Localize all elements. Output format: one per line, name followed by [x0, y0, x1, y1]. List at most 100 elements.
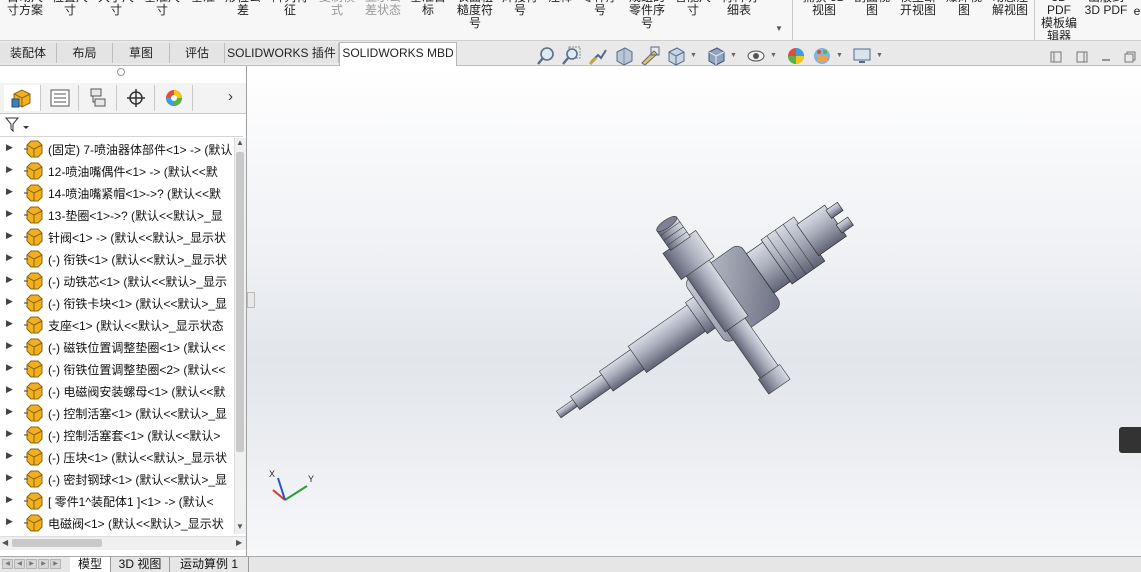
apply-scene-icon[interactable] [812, 46, 832, 66]
ribbon-btn-pattern-feature[interactable]: 阵列特 征 [271, 0, 309, 17]
expand-arrow-icon[interactable]: ▶ [6, 318, 13, 329]
view-settings-dropdown-icon[interactable]: ▼ [876, 52, 883, 59]
previous-view-icon[interactable] [588, 46, 608, 66]
hide-show-dropdown-icon[interactable]: ▼ [770, 52, 777, 59]
next-tab-icon[interactable]: ▶ [38, 559, 49, 569]
scroll-right-icon[interactable]: ▶ [236, 538, 242, 547]
expand-arrow-icon[interactable]: ▶ [6, 472, 13, 483]
tree-item[interactable]: ▶ 12-喷油嘴偶件<1> -> (默认<<默 [0, 160, 233, 182]
tree-item[interactable]: ▶ 针阀<1> -> (默认<<默认>_显示状 [0, 226, 233, 248]
previous-tab-icon[interactable]: ◀ [14, 559, 25, 569]
ribbon-btn-show-tolerance-status[interactable]: 显示公 差状态 [362, 0, 404, 17]
expand-arrow-icon[interactable]: ▶ [6, 362, 13, 373]
minimize-icon[interactable] [1100, 51, 1112, 63]
tree-item[interactable]: ▶ 电磁阀<1> (默认<<默认>_显示状 [0, 512, 233, 534]
tree-item[interactable]: ▶ (-) 动铁芯<1> (默认<<默认>_显示 [0, 270, 233, 292]
propertymanager-tab[interactable] [42, 85, 79, 111]
zoom-to-fit-icon[interactable] [536, 46, 556, 66]
ribbon-btn-note[interactable]: 注释 [545, 0, 575, 4]
task-pane-tab[interactable] [1119, 427, 1141, 453]
tree-item[interactable]: ▶ (固定) 7-喷油器体部件<1> -> (默认 [0, 138, 233, 160]
tab-solidworks-addins[interactable]: SOLIDWORKS 插件 [225, 43, 339, 63]
configurationmanager-tab[interactable] [80, 85, 117, 111]
display-style-icon[interactable] [706, 46, 726, 66]
expand-arrow-icon[interactable]: ▶ [6, 208, 13, 219]
view-orientation-icon[interactable] [666, 46, 686, 66]
tile-horizontal-icon[interactable] [1050, 51, 1062, 63]
tree-item[interactable]: ▶ 14-喷油嘴紧帽<1>->? (默认<<默 [0, 182, 233, 204]
section-view-icon[interactable] [614, 46, 634, 66]
ribbon-btn-datum[interactable]: 基准 [188, 0, 218, 4]
ribbon-btn-model-break-view[interactable]: 模型断 开视图 [896, 0, 940, 17]
tree-item[interactable]: ▶ (-) 压块<1> (默认<<默认>_显示状 [0, 446, 233, 468]
ribbon-btn-geometric-tolerance[interactable]: 形位公 差 [224, 0, 262, 17]
expand-arrow-icon[interactable]: ▶ [6, 142, 13, 153]
tree-item[interactable]: ▶ (-) 衔铁<1> (默认<<默认>_显示状 [0, 248, 233, 270]
displaymanager-tab[interactable] [156, 85, 193, 111]
tree-item[interactable]: ▶ (-) 控制活塞<1> (默认<<默认>_显 [0, 402, 233, 424]
expand-arrow-icon[interactable]: ▶ [6, 296, 13, 307]
dynamic-annotation-icon[interactable] [640, 46, 660, 66]
ribbon-btn-dynamic-annotation-view[interactable]: 动态注 解视图 [988, 0, 1032, 17]
tab-evaluate[interactable]: 评估 [170, 43, 225, 63]
tab-model[interactable]: 模型 [70, 557, 111, 572]
expand-arrow-icon[interactable]: ▶ [6, 384, 13, 395]
panel-resize-grip[interactable] [117, 68, 125, 76]
expand-arrow-icon[interactable]: ▶ [6, 406, 13, 417]
ribbon-btn-bom[interactable]: 材料明 细表 [718, 0, 760, 17]
tree-item[interactable]: ▶ (-) 密封钢球<1> (默认<<默认>_显 [0, 468, 233, 490]
tile-vertical-icon[interactable] [1076, 51, 1088, 63]
next-tab-icon[interactable]: ▶ [26, 559, 37, 569]
scroll-left-icon[interactable]: ◀ [2, 538, 8, 547]
tab-3d-views[interactable]: 3D 视图 [111, 557, 170, 572]
expand-arrow-icon[interactable]: ▶ [6, 428, 13, 439]
ribbon-btn-auto-dim-scheme[interactable]: 目动尺 寸方案 [4, 0, 46, 17]
scroll-down-icon[interactable]: ▼ [236, 522, 244, 531]
ribbon-btn-smart-dimension[interactable]: 智能尺 寸 [672, 0, 714, 17]
ribbon-btn-3d-pdf-template-editor[interactable]: 3D PDF 模板编 辑器 [1038, 0, 1080, 40]
scroll-thumb[interactable] [12, 539, 102, 547]
tree-item[interactable]: ▶ (-) 衔铁位置调整垫圈<2> (默认<< [0, 358, 233, 380]
ribbon-btn-size-dim[interactable]: 大小尺 寸 [98, 0, 134, 17]
scroll-up-icon[interactable]: ▲ [236, 138, 244, 147]
chevron-right-icon[interactable]: › [228, 88, 233, 105]
tree-item[interactable]: ▶ 支座<1> (默认<<默认>_显示状态 [0, 314, 233, 336]
featuremanager-tab[interactable] [4, 85, 41, 111]
tree-vertical-scrollbar[interactable]: ▲ ▼ [234, 138, 246, 534]
tab-sketch[interactable]: 草图 [113, 43, 170, 63]
ribbon-btn-stacked-balloon[interactable]: 成组的 零件序 号 [627, 0, 667, 30]
restore-icon[interactable] [1124, 51, 1136, 63]
graphics-area[interactable]: X Y [247, 66, 1141, 556]
tree-item[interactable]: ▶ [ 零件1^装配体1 ]<1> -> (默认< [0, 490, 233, 512]
expand-arrow-icon[interactable]: ▶ [6, 340, 13, 351]
tab-assembly[interactable]: 装配体 [0, 43, 57, 63]
expand-arrow-icon[interactable]: ▶ [6, 252, 13, 263]
ribbon-btn-capture-3d-view[interactable]: 捕获 3D 视图 [800, 0, 848, 17]
ribbon-btn-section-view[interactable]: 剖面视 图 [852, 0, 892, 17]
expand-arrow-icon[interactable]: ▶ [6, 274, 13, 285]
ribbon-btn-balloon[interactable]: 零件序 号 [580, 0, 620, 17]
view-orientation-dropdown-icon[interactable]: ▼ [690, 52, 697, 59]
tab-layout[interactable]: 布局 [57, 43, 113, 63]
ribbon-btn-surface-finish[interactable]: 表面粗 糙度符 号 [455, 0, 495, 30]
apply-scene-dropdown-icon[interactable]: ▼ [836, 52, 843, 59]
tree-horizontal-scrollbar[interactable]: ◀ ▶ [0, 536, 246, 550]
expand-arrow-icon[interactable]: ▶ [6, 516, 13, 527]
ribbon-btn-datum-dim[interactable]: 基准尺 寸 [143, 0, 181, 17]
tree-item[interactable]: ▶ 13-垫圈<1>->? (默认<<默认>_显 [0, 204, 233, 226]
zoom-to-area-icon[interactable] [561, 46, 581, 66]
expand-arrow-icon[interactable]: ▶ [6, 450, 13, 461]
ribbon-btn-weld-symbol[interactable]: 焊接符 号 [501, 0, 539, 17]
ribbon-btn-copy-scheme[interactable]: 复制模 式 [318, 0, 356, 17]
panel-collapse-handle[interactable] [247, 292, 255, 308]
ribbon-btn-exploded-view[interactable]: 爆炸视 图 [944, 0, 984, 17]
hide-show-items-icon[interactable] [746, 46, 766, 66]
tab-solidworks-mbd[interactable]: SOLIDWORKS MBD [339, 42, 457, 66]
ribbon-overflow-icon[interactable]: ▼ [775, 24, 783, 33]
injector-assembly-model[interactable] [247, 66, 1141, 556]
tree-item[interactable]: ▶ (-) 电磁阀安装螺母<1> (默认<<默 [0, 380, 233, 402]
ribbon-btn-location-dim[interactable]: 位置尺 寸 [52, 0, 88, 17]
tab-motion-study[interactable]: 运动算例 1 [170, 557, 249, 572]
edit-appearance-icon[interactable] [786, 46, 806, 66]
display-style-dropdown-icon[interactable]: ▼ [730, 52, 737, 59]
